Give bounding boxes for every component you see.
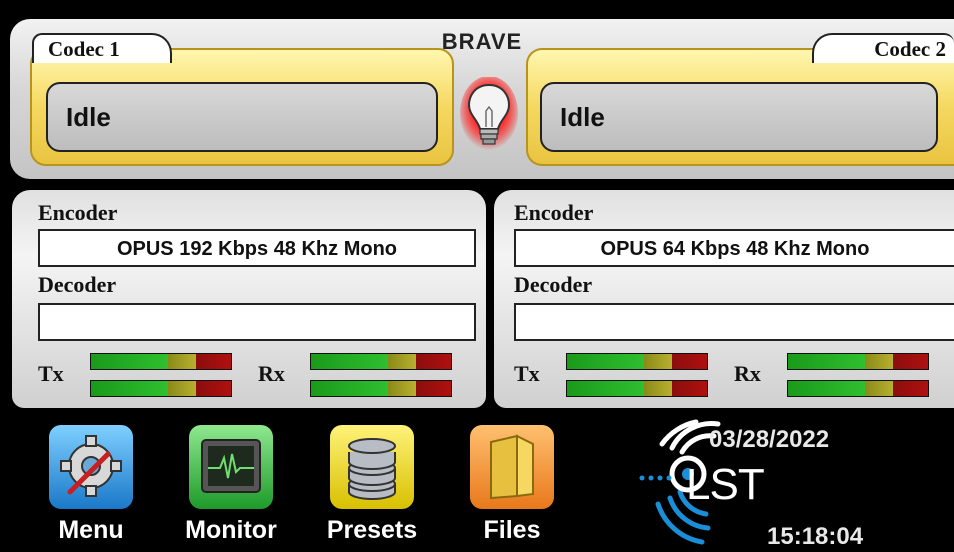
- codec1-tab[interactable]: Codec 1: [32, 33, 172, 63]
- codec2-tx-meter-2: [566, 380, 708, 397]
- logo-text: LST: [686, 460, 765, 509]
- codec1-tx-label: Tx: [38, 361, 64, 386]
- codec1-rx-meter-1: [310, 353, 452, 370]
- codec2-tx-meter-1: [566, 353, 708, 370]
- codec1-encoder-label: Encoder: [38, 200, 118, 225]
- menu-label: Menu: [58, 516, 124, 544]
- codec2-decoder-label: Decoder: [514, 272, 593, 297]
- time-readout: 15:18:04: [767, 523, 864, 550]
- date-readout: 03/28/2022: [709, 426, 830, 453]
- codec2-status[interactable]: Idle: [540, 82, 938, 152]
- codec1-decoder-field[interactable]: [38, 303, 476, 341]
- presets-label: Presets: [326, 516, 418, 544]
- monitor-icon: [189, 425, 273, 509]
- codec2-rx-meter-2: [787, 380, 929, 397]
- folder-icon: [470, 425, 554, 509]
- codec2-encoder-label: Encoder: [514, 200, 594, 225]
- codec2-decoder-field[interactable]: [514, 303, 954, 341]
- menu-button[interactable]: Menu: [48, 424, 134, 548]
- lightbulb-icon[interactable]: [459, 77, 519, 153]
- codec2-encoder-field[interactable]: OPUS 64 Kbps 48 Khz Mono: [514, 229, 954, 267]
- codec1-rx-label: Rx: [258, 361, 285, 386]
- codec1-decoder-label: Decoder: [38, 272, 117, 297]
- database-icon: [330, 425, 414, 509]
- presets-button[interactable]: Presets: [327, 424, 417, 548]
- codec2-tx-label: Tx: [514, 361, 540, 386]
- codec2-rx-meter-1: [787, 353, 929, 370]
- codec1-status[interactable]: Idle: [46, 82, 438, 152]
- codec2-rx-label: Rx: [734, 361, 761, 386]
- files-label: Files: [483, 516, 541, 544]
- monitor-button[interactable]: Monitor: [185, 424, 277, 548]
- codec1-tx-meter-1: [90, 353, 232, 370]
- gear-icon: [49, 425, 133, 509]
- codec1-encoder-field[interactable]: OPUS 192 Kbps 48 Khz Mono: [38, 229, 476, 267]
- codec1-tx-meter-2: [90, 380, 232, 397]
- monitor-label: Monitor: [185, 516, 277, 544]
- codec1-rx-meter-2: [310, 380, 452, 397]
- codec2-tab[interactable]: Codec 2: [812, 33, 954, 63]
- files-button[interactable]: Files: [469, 424, 555, 548]
